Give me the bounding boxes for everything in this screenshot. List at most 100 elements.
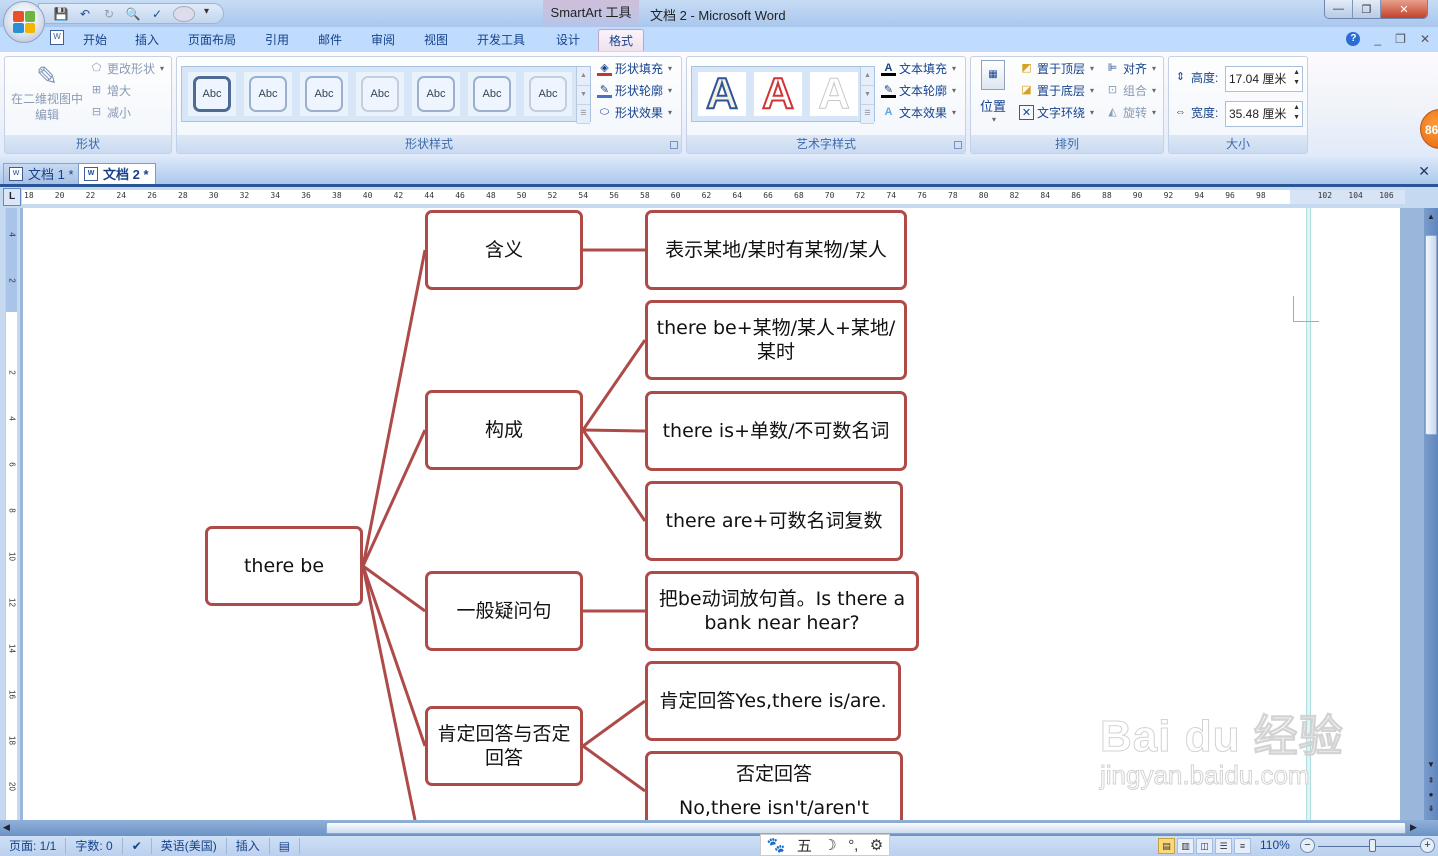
smaller-button[interactable]: ⊟ 减小 (89, 104, 131, 121)
branch-node[interactable]: 一般疑问句 (425, 571, 583, 651)
previous-page-icon[interactable]: ⇞ (1424, 774, 1438, 787)
ime-settings-icon[interactable]: ⚙ (870, 836, 883, 854)
shape-style-1[interactable]: Abc (188, 72, 236, 116)
horizontal-scroll-thumb[interactable] (326, 822, 1406, 834)
edit-in-2d-button[interactable]: ✎ 在二维视图中编辑 (9, 61, 85, 123)
scroll-right-icon[interactable]: ▶ (1410, 822, 1417, 833)
larger-button[interactable]: ⊞ 增大 (89, 82, 131, 99)
shape-style-4[interactable]: Abc (356, 72, 404, 116)
ime-punctuation-icon[interactable]: °, (848, 837, 858, 854)
group-button[interactable]: ⊡ 组合 ▾ (1105, 82, 1156, 99)
draft-view-icon[interactable]: ≡ (1234, 838, 1251, 854)
gallery-up-icon[interactable]: ▲ (577, 67, 590, 86)
text-wrap-button[interactable]: ✕ 文字环绕 ▾ (1019, 104, 1094, 121)
customize-qat-icon[interactable]: ▾ (204, 6, 209, 17)
branch-node[interactable]: 构成 (425, 390, 583, 470)
ime-halfwidth-icon[interactable]: ☽ (823, 836, 836, 854)
root-node[interactable]: there be (205, 526, 363, 606)
tab-selector-button[interactable]: L (3, 188, 21, 206)
leaf-node[interactable]: 把be动词放句首。Is there a bank near hear? (645, 571, 919, 651)
vertical-scroll-thumb[interactable] (1425, 235, 1437, 435)
ime-wubi-icon[interactable]: 五 (797, 835, 812, 856)
next-page-icon[interactable]: ⇟ (1424, 802, 1438, 815)
circle-icon[interactable] (173, 5, 195, 22)
branch-node[interactable]: 肯定回答与否定回答 (425, 706, 583, 786)
status-insert-mode[interactable]: 插入 (227, 838, 270, 854)
position-button[interactable]: ▦ 位置 ▾ (977, 60, 1009, 124)
shape-fill-button[interactable]: ◈ 形状填充 ▾ (597, 60, 672, 77)
align-button[interactable]: ⊫ 对齐 ▾ (1105, 60, 1156, 77)
tab-review[interactable]: 审阅 (363, 29, 403, 51)
web-layout-icon[interactable]: ◫ (1196, 838, 1213, 854)
tab-references[interactable]: 引用 (257, 29, 297, 51)
scroll-up-icon[interactable]: ▲ (1424, 210, 1438, 223)
height-field[interactable]: 17.04 厘米 ▲ ▼ (1225, 66, 1303, 92)
gallery-down-icon[interactable]: ▼ (577, 86, 590, 105)
tab-design[interactable]: 设计 (548, 29, 588, 51)
doc-tab-1[interactable]: W 文档 1 * (3, 163, 81, 184)
tab-insert[interactable]: 插入 (127, 29, 167, 51)
gallery-up-icon[interactable]: ▲ (861, 67, 874, 86)
minimize-button[interactable]: — (1325, 0, 1353, 18)
proofing-icon[interactable]: ✔ (123, 838, 152, 854)
width-field[interactable]: 35.48 厘米 ▲ ▼ (1225, 101, 1303, 127)
wordart-style-2[interactable]: A (754, 68, 802, 119)
change-shape-button[interactable]: ⬠ 更改形状 ▾ (89, 60, 164, 77)
leaf-node[interactable]: there is+单数/不可数名词 (645, 391, 907, 471)
status-page[interactable]: 页面: 1/1 (0, 838, 67, 854)
redo-icon[interactable]: ↻ (101, 6, 117, 22)
notification-badge[interactable]: 86 (1420, 109, 1438, 149)
text-outline-button[interactable]: ✎ 文本轮廓 ▾ (881, 82, 956, 99)
gallery-more-icon[interactable]: ☰ (577, 105, 590, 124)
gallery-down-icon[interactable]: ▼ (861, 86, 874, 105)
status-language[interactable]: 英语(美国) (152, 838, 227, 854)
tab-developer[interactable]: 开发工具 (470, 29, 532, 51)
doc-tab-2[interactable]: W 文档 2 * (78, 163, 156, 184)
send-to-back-button[interactable]: ◪ 置于底层 ▾ (1019, 82, 1094, 99)
spelling-icon[interactable]: ✓ (149, 6, 165, 22)
scroll-down-icon[interactable]: ▼ (1424, 758, 1438, 771)
tab-format[interactable]: 格式 (598, 29, 644, 51)
leaf-node[interactable]: there be+某物/某人+某地/某时 (645, 300, 907, 380)
print-preview-icon[interactable]: 🔍 (125, 6, 141, 22)
undo-icon[interactable]: ↶ (77, 6, 93, 22)
shape-style-2[interactable]: Abc (244, 72, 292, 116)
restore-button[interactable]: ❐ (1353, 0, 1381, 18)
browse-object-icon[interactable]: ● (1424, 788, 1438, 801)
zoom-level[interactable]: 110% (1260, 838, 1290, 852)
leaf-node[interactable]: there are+可数名词复数 (645, 481, 903, 561)
outline-view-icon[interactable]: ☰ (1215, 838, 1232, 854)
horizontal-scrollbar[interactable]: ◀ ▶ (0, 820, 1438, 836)
ribbon-restore-icon[interactable]: ❐ (1395, 32, 1406, 46)
horizontal-ruler[interactable]: 18 20 22 24 26 28 30 32 34 36 38 40 42 44 46 48 50 52 54 56… (22, 188, 1415, 206)
text-fill-button[interactable]: A 文本填充 ▾ (881, 60, 956, 77)
scroll-left-icon[interactable]: ◀ (3, 822, 10, 833)
ribbon-minimize-icon[interactable]: _ (1374, 32, 1381, 46)
leaf-node[interactable]: 表示某地/某时有某物/某人 (645, 210, 907, 290)
vertical-ruler[interactable]: 4 2 2 4 6 8 10 12 14 16 18 20 (5, 208, 17, 820)
bring-to-front-button[interactable]: ◩ 置于顶层 ▾ (1019, 60, 1094, 77)
save-icon[interactable]: 💾 (53, 6, 69, 22)
status-word-count[interactable]: 字数: 0 (66, 838, 123, 854)
gallery-more-icon[interactable]: ☰ (861, 105, 874, 124)
tab-home[interactable]: 开始 (75, 29, 115, 51)
vertical-scrollbar[interactable]: ▲ ▼ ⇞ ● ⇟ (1424, 208, 1438, 820)
help-icon[interactable]: ? (1346, 32, 1361, 46)
text-effects-button[interactable]: A 文本效果 ▾ (881, 104, 957, 121)
zoom-in-button[interactable]: + (1420, 838, 1435, 853)
width-spinner-icon[interactable]: ▲ ▼ (1293, 103, 1300, 123)
dialog-launcher-icon[interactable] (670, 141, 678, 149)
height-spinner-icon[interactable]: ▲ ▼ (1293, 68, 1300, 88)
leaf-node[interactable]: 否定回答 No,there isn't/aren't (645, 751, 903, 831)
dialog-launcher-icon[interactable] (954, 141, 962, 149)
full-screen-reading-icon[interactable]: ▥ (1177, 838, 1194, 854)
wordart-style-3[interactable]: A (810, 69, 858, 119)
rotate-button[interactable]: ◭ 旋转 ▾ (1105, 104, 1156, 121)
tab-page-layout[interactable]: 页面布局 (183, 29, 241, 51)
shape-style-3[interactable]: Abc (300, 72, 348, 116)
baidu-paw-icon[interactable]: 🐾 (767, 836, 786, 854)
leaf-node[interactable]: 肯定回答Yes,there is/are. (645, 661, 901, 741)
macro-record-icon[interactable]: ▤ (270, 838, 301, 854)
zoom-slider-thumb[interactable] (1369, 839, 1376, 852)
tab-mailings[interactable]: 邮件 (310, 29, 350, 51)
